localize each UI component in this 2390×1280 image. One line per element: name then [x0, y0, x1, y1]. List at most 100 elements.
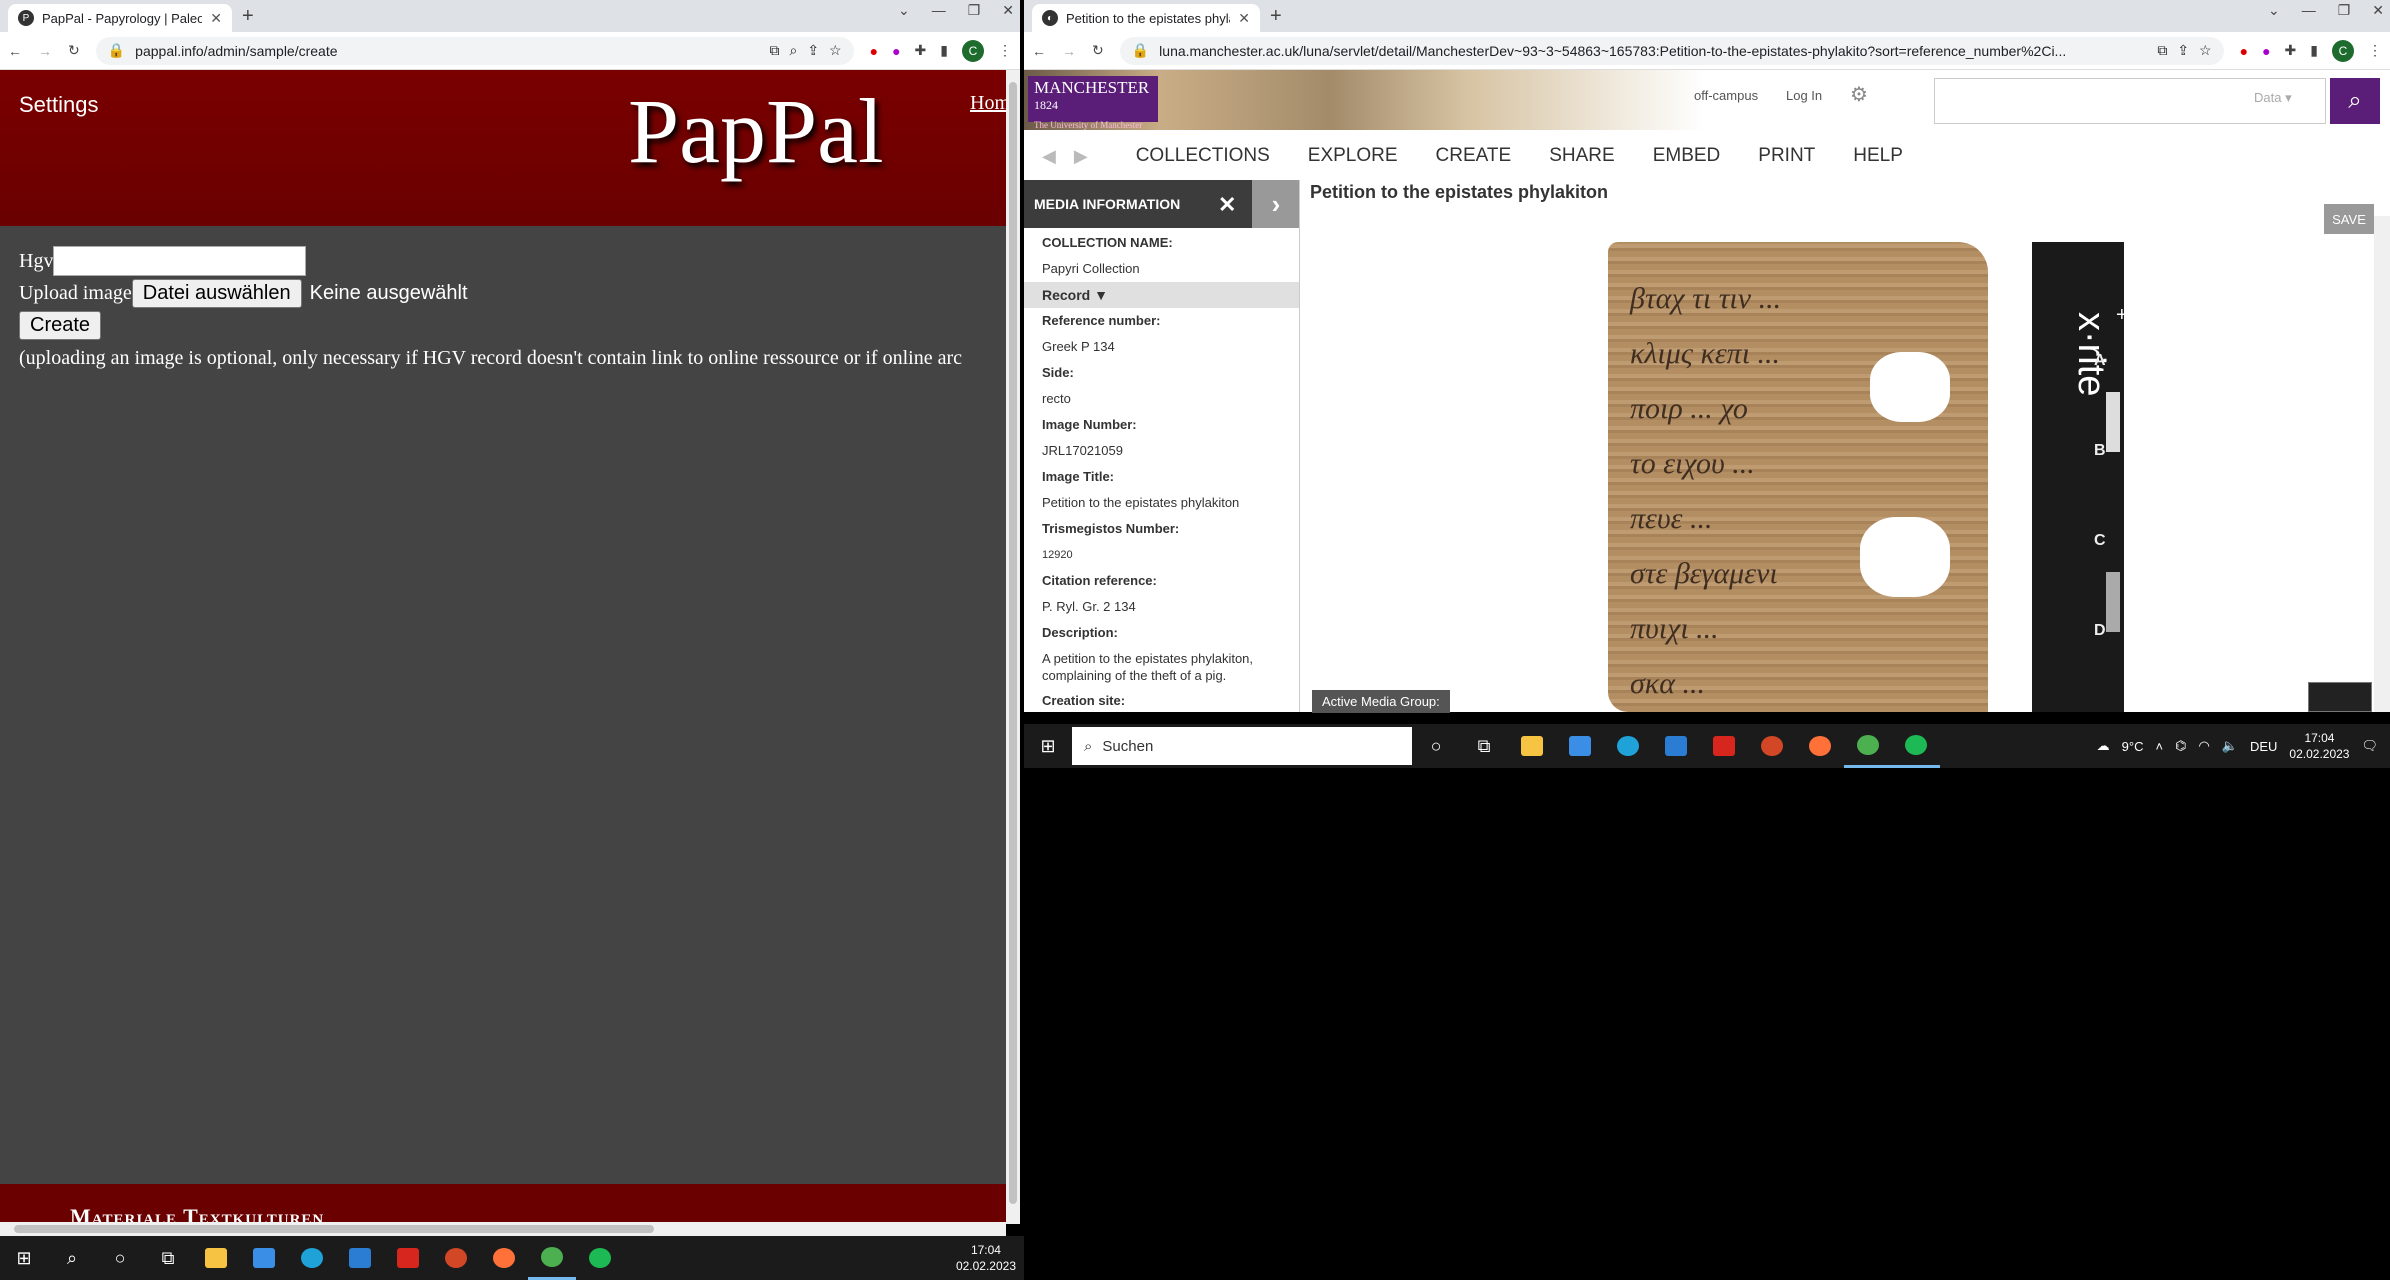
forward-icon[interactable]: → — [38, 43, 52, 59]
prev-arrow-icon[interactable]: ◀ — [1042, 146, 1056, 167]
manchester-logo[interactable]: MANCHESTER 1824 The University of Manches… — [1028, 76, 1158, 130]
cortana-icon[interactable]: ○ — [1412, 724, 1460, 768]
share-icon[interactable]: ⇪ — [2177, 42, 2189, 59]
start-icon[interactable]: ⊞ — [0, 1236, 48, 1280]
horizontal-scrollbar[interactable] — [0, 1222, 1006, 1236]
extension-red-icon[interactable]: ● — [870, 43, 878, 59]
mail-icon[interactable] — [336, 1236, 384, 1280]
bookmark-star-icon[interactable]: ☆ — [829, 42, 842, 59]
papyrus-image-viewer[interactable]: βταχ τι τιν ... κλιμς κεπι ... ποιρ ... … — [1560, 242, 2148, 712]
spotify-icon[interactable] — [576, 1236, 624, 1280]
left-clock[interactable]: 17:04 02.02.2023 — [956, 1242, 1016, 1274]
active-media-group[interactable]: Active Media Group: — [1312, 690, 1450, 713]
extension-red-icon[interactable]: ● — [2240, 43, 2248, 59]
minimize-button[interactable]: — — [2302, 2, 2316, 19]
nav-help[interactable]: HELP — [1853, 145, 1903, 167]
edge-icon[interactable] — [1604, 724, 1652, 768]
close-window-button[interactable]: ✕ — [2372, 2, 2384, 19]
create-button[interactable]: Create — [19, 310, 102, 340]
close-icon[interactable]: ✕ — [1218, 192, 1236, 218]
cortana-icon[interactable]: ○ — [96, 1236, 144, 1280]
vertical-scrollbar[interactable] — [1006, 70, 1020, 1224]
menu-kebab-icon[interactable]: ⋮ — [998, 42, 1012, 59]
nav-share[interactable]: SHARE — [1549, 145, 1614, 167]
search-icon[interactable]: ⌕ — [48, 1236, 96, 1280]
translate-icon[interactable]: ⧉ — [2157, 42, 2167, 59]
choose-file-button[interactable]: Datei auswählen — [131, 278, 302, 308]
next-arrow-icon[interactable]: ▶ — [1074, 146, 1088, 167]
nav-embed[interactable]: EMBED — [1653, 145, 1721, 167]
firefox-icon[interactable] — [480, 1236, 528, 1280]
tab-search-icon[interactable]: ⌄ — [2268, 2, 2280, 19]
profile-avatar[interactable]: C — [962, 39, 984, 62]
reload-icon[interactable]: ↻ — [68, 42, 80, 59]
task-view-icon[interactable]: ⧉ — [1460, 724, 1508, 768]
chevron-right-icon[interactable]: › — [1252, 180, 1299, 228]
minimize-button[interactable]: — — [932, 2, 946, 19]
omnibox[interactable]: 🔒 pappal.info/admin/sample/create ⧉ ⌕ ⇪ … — [95, 36, 854, 65]
search-scope-dropdown[interactable]: Data ▾ — [2254, 90, 2292, 106]
powerpoint-icon[interactable] — [1748, 724, 1796, 768]
mail-icon[interactable] — [1652, 724, 1700, 768]
tab-pappal[interactable]: P PapPal - Papyrology | Paleograph ✕ — [8, 4, 232, 32]
acrobat-icon[interactable] — [1700, 724, 1748, 768]
puzzle-extensions-icon[interactable]: ✚ — [2285, 42, 2297, 59]
nav-print[interactable]: PRINT — [1758, 145, 1815, 167]
wifi-icon[interactable]: ◠ — [2198, 738, 2209, 754]
zoom-icon[interactable]: ⌕ — [789, 42, 797, 59]
language-indicator[interactable]: DEU — [2250, 739, 2277, 754]
bookmark-star-icon[interactable]: ☆ — [2199, 42, 2212, 59]
save-button[interactable]: SAVE — [2324, 204, 2374, 234]
nav-collections[interactable]: COLLECTIONS — [1136, 145, 1270, 167]
restore-button[interactable]: ❐ — [2338, 2, 2351, 19]
scroll-thumb[interactable] — [1009, 82, 1017, 1204]
share-icon[interactable]: ⇪ — [807, 42, 819, 59]
record-toggle[interactable]: Record ▼ — [1024, 282, 1299, 308]
tab-search-icon[interactable]: ⌄ — [898, 2, 910, 19]
login-link[interactable]: Log In — [1786, 88, 1822, 103]
store-icon[interactable] — [1556, 724, 1604, 768]
firefox-icon[interactable] — [1796, 724, 1844, 768]
file-explorer-icon[interactable] — [1508, 724, 1556, 768]
puzzle-extensions-icon[interactable]: ✚ — [915, 42, 927, 59]
search-button[interactable]: ⌕ — [2330, 78, 2380, 124]
new-tab-button[interactable]: + — [242, 5, 254, 28]
chevron-up-icon[interactable]: ˄ — [2155, 739, 2163, 754]
close-tab-icon[interactable]: ✕ — [210, 10, 222, 27]
tab-luna[interactable]: ◐ Petition to the epistates phylakit ✕ — [1032, 4, 1260, 32]
back-icon[interactable]: ← — [1032, 43, 1046, 59]
back-icon[interactable]: ← — [8, 43, 22, 59]
menu-kebab-icon[interactable]: ⋮ — [2368, 42, 2382, 59]
scroll-thumb[interactable] — [14, 1225, 654, 1233]
notification-icon[interactable]: 🗨 — [2361, 738, 2378, 754]
close-tab-icon[interactable]: ✕ — [1238, 10, 1250, 27]
nav-create[interactable]: CREATE — [1436, 145, 1512, 167]
reload-icon[interactable]: ↻ — [1092, 42, 1104, 59]
chrome-icon[interactable] — [528, 1236, 576, 1280]
network-icon[interactable]: ⌬ — [2175, 738, 2186, 754]
volume-icon[interactable]: 🔈 — [2222, 738, 2238, 754]
powerpoint-icon[interactable] — [432, 1236, 480, 1280]
gear-icon[interactable]: ⚙ — [1850, 82, 1868, 107]
task-view-icon[interactable]: ⧉ — [144, 1236, 192, 1280]
hgv-input[interactable] — [53, 246, 307, 276]
settings-link[interactable]: Settings — [19, 92, 99, 118]
sidepanel-icon[interactable]: ▮ — [940, 42, 948, 59]
edge-icon[interactable] — [288, 1236, 336, 1280]
spotify-icon[interactable] — [1892, 724, 1940, 768]
extension-purple-icon[interactable]: ● — [892, 43, 900, 59]
start-icon[interactable]: ⊞ — [1024, 724, 1072, 768]
forward-icon[interactable]: → — [1062, 43, 1076, 59]
right-clock[interactable]: 17:04 02.02.2023 — [2289, 730, 2349, 762]
restore-button[interactable]: ❐ — [968, 2, 981, 19]
file-explorer-icon[interactable] — [192, 1236, 240, 1280]
close-window-button[interactable]: ✕ — [1002, 2, 1014, 19]
acrobat-icon[interactable] — [384, 1236, 432, 1280]
sidepanel-icon[interactable]: ▮ — [2310, 42, 2318, 59]
profile-avatar[interactable]: C — [2332, 39, 2354, 62]
taskbar-search-box[interactable]: ⌕ Suchen — [1072, 727, 1412, 765]
thumbnail[interactable] — [2308, 682, 2372, 712]
store-icon[interactable] — [240, 1236, 288, 1280]
translate-icon[interactable]: ⧉ — [769, 42, 779, 59]
extension-purple-icon[interactable]: ● — [2262, 43, 2270, 59]
